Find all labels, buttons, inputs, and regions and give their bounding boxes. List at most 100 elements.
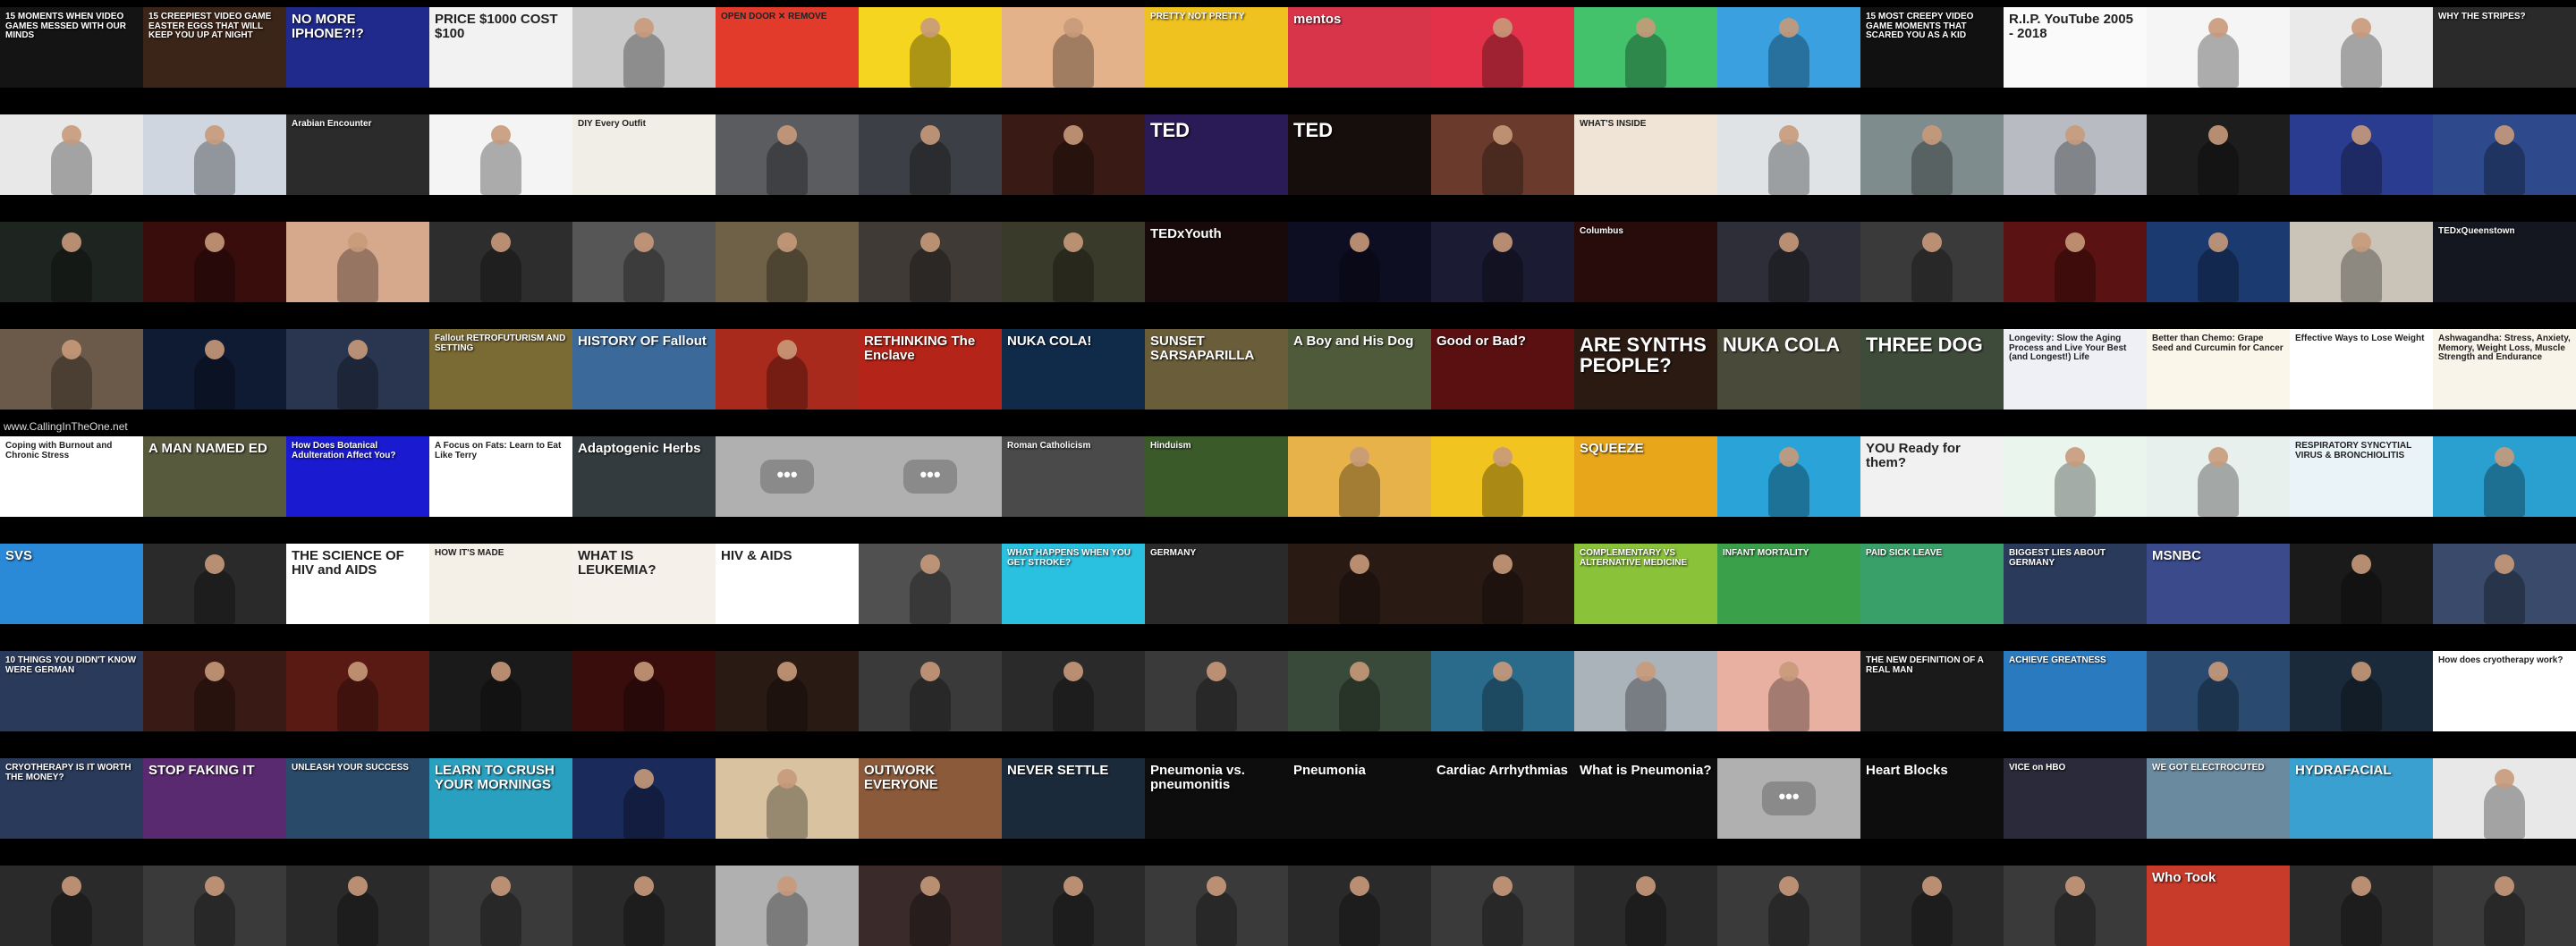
video-thumbnail[interactable] bbox=[1717, 114, 1860, 195]
video-thumbnail[interactable]: SVS bbox=[0, 544, 143, 624]
video-thumbnail[interactable]: SUNSET SARSAPARILLA bbox=[1145, 329, 1288, 410]
video-thumbnail[interactable]: NO MORE IPHONE?!? bbox=[286, 7, 429, 88]
video-thumbnail[interactable] bbox=[1431, 436, 1574, 517]
video-thumbnail[interactable] bbox=[2147, 651, 2290, 731]
video-thumbnail[interactable] bbox=[1288, 222, 1431, 302]
video-thumbnail[interactable] bbox=[429, 222, 572, 302]
video-thumbnail[interactable]: Fallout RETROFUTURISM AND SETTING bbox=[429, 329, 572, 410]
video-thumbnail[interactable]: HOW IT'S MADE bbox=[429, 544, 572, 624]
video-thumbnail[interactable] bbox=[1431, 114, 1574, 195]
video-thumbnail[interactable]: NUKA COLA bbox=[1717, 329, 1860, 410]
video-thumbnail[interactable] bbox=[2290, 866, 2433, 946]
video-thumbnail[interactable]: OUTWORK EVERYONE bbox=[859, 758, 1002, 839]
video-thumbnail[interactable]: HISTORY OF Fallout bbox=[572, 329, 716, 410]
video-thumbnail[interactable]: RETHINKING The Enclave bbox=[859, 329, 1002, 410]
video-thumbnail[interactable] bbox=[1288, 866, 1431, 946]
video-thumbnail[interactable] bbox=[859, 544, 1002, 624]
video-thumbnail[interactable]: Coping with Burnout and Chronic Stress bbox=[0, 436, 143, 517]
video-thumbnail[interactable]: GERMANY bbox=[1145, 544, 1288, 624]
video-thumbnail[interactable]: A MAN NAMED ED bbox=[143, 436, 286, 517]
video-thumbnail[interactable] bbox=[1002, 651, 1145, 731]
video-thumbnail[interactable]: VICE on HBO bbox=[2004, 758, 2147, 839]
video-thumbnail[interactable]: CRYOTHERAPY IS IT WORTH THE MONEY? bbox=[0, 758, 143, 839]
video-thumbnail[interactable] bbox=[1002, 866, 1145, 946]
video-thumbnail[interactable] bbox=[1002, 7, 1145, 88]
video-thumbnail[interactable]: NEVER SETTLE bbox=[1002, 758, 1145, 839]
video-thumbnail[interactable] bbox=[716, 329, 859, 410]
video-thumbnail[interactable]: R.I.P. YouTube 2005 - 2018 bbox=[2004, 7, 2147, 88]
video-thumbnail[interactable]: 15 MOST CREEPY VIDEO GAME MOMENTS THAT S… bbox=[1860, 7, 2004, 88]
video-thumbnail[interactable] bbox=[2433, 114, 2576, 195]
video-thumbnail[interactable]: YOU Ready for them? bbox=[1860, 436, 2004, 517]
video-thumbnail[interactable] bbox=[572, 222, 716, 302]
video-thumbnail[interactable] bbox=[1431, 222, 1574, 302]
video-thumbnail[interactable] bbox=[2147, 222, 2290, 302]
video-thumbnail[interactable] bbox=[0, 866, 143, 946]
video-thumbnail[interactable] bbox=[429, 114, 572, 195]
video-thumbnail[interactable] bbox=[1574, 651, 1717, 731]
video-thumbnail[interactable] bbox=[2290, 651, 2433, 731]
video-thumbnail[interactable]: THE NEW DEFINITION OF A REAL MAN bbox=[1860, 651, 2004, 731]
video-thumbnail[interactable] bbox=[572, 7, 716, 88]
video-thumbnail[interactable] bbox=[0, 329, 143, 410]
video-thumbnail[interactable] bbox=[2004, 866, 2147, 946]
video-thumbnail[interactable] bbox=[143, 222, 286, 302]
video-thumbnail[interactable] bbox=[1431, 866, 1574, 946]
video-thumbnail[interactable] bbox=[859, 222, 1002, 302]
video-thumbnail[interactable] bbox=[572, 758, 716, 839]
video-thumbnail[interactable]: PRICE $1000 COST $100 bbox=[429, 7, 572, 88]
video-thumbnail[interactable] bbox=[0, 222, 143, 302]
video-thumbnail[interactable] bbox=[143, 329, 286, 410]
video-thumbnail[interactable] bbox=[2290, 7, 2433, 88]
video-thumbnail[interactable]: RESPIRATORY SYNCYTIAL VIRUS & BRONCHIOLI… bbox=[2290, 436, 2433, 517]
video-thumbnail[interactable]: Columbus bbox=[1574, 222, 1717, 302]
video-thumbnail[interactable]: ••• bbox=[716, 436, 859, 517]
video-thumbnail[interactable]: Good or Bad? bbox=[1431, 329, 1574, 410]
video-thumbnail[interactable] bbox=[143, 544, 286, 624]
video-thumbnail[interactable] bbox=[572, 651, 716, 731]
video-thumbnail[interactable]: TED bbox=[1145, 114, 1288, 195]
video-thumbnail[interactable] bbox=[1860, 866, 2004, 946]
video-thumbnail[interactable] bbox=[2147, 114, 2290, 195]
video-thumbnail[interactable] bbox=[1002, 222, 1145, 302]
video-thumbnail[interactable] bbox=[859, 866, 1002, 946]
video-thumbnail[interactable]: TEDxYouth bbox=[1145, 222, 1288, 302]
video-thumbnail[interactable] bbox=[1431, 651, 1574, 731]
video-thumbnail[interactable] bbox=[286, 329, 429, 410]
video-thumbnail[interactable] bbox=[572, 866, 716, 946]
video-thumbnail[interactable]: INFANT MORTALITY bbox=[1717, 544, 1860, 624]
video-thumbnail[interactable] bbox=[1431, 7, 1574, 88]
video-thumbnail[interactable] bbox=[1717, 866, 1860, 946]
video-thumbnail[interactable]: Ashwagandha: Stress, Anxiety, Memory, We… bbox=[2433, 329, 2576, 410]
video-thumbnail[interactable] bbox=[716, 222, 859, 302]
video-thumbnail[interactable]: PAID SICK LEAVE bbox=[1860, 544, 2004, 624]
video-thumbnail[interactable] bbox=[2433, 758, 2576, 839]
video-thumbnail[interactable]: WHAT IS LEUKEMIA? bbox=[572, 544, 716, 624]
video-thumbnail[interactable]: Better than Chemo: Grape Seed and Curcum… bbox=[2147, 329, 2290, 410]
video-thumbnail[interactable]: How Does Botanical Adulteration Affect Y… bbox=[286, 436, 429, 517]
video-thumbnail[interactable]: ••• bbox=[859, 436, 1002, 517]
video-thumbnail[interactable] bbox=[1002, 114, 1145, 195]
video-thumbnail[interactable] bbox=[2433, 436, 2576, 517]
video-thumbnail[interactable]: 15 MOMENTS WHEN VIDEO GAMES MESSED WITH … bbox=[0, 7, 143, 88]
video-thumbnail[interactable] bbox=[2147, 436, 2290, 517]
video-thumbnail[interactable] bbox=[1288, 544, 1431, 624]
video-thumbnail[interactable]: Roman Catholicism bbox=[1002, 436, 1145, 517]
video-thumbnail[interactable]: How does cryotherapy work? bbox=[2433, 651, 2576, 731]
video-thumbnail[interactable]: A Focus on Fats: Learn to Eat Like Terry bbox=[429, 436, 572, 517]
video-thumbnail[interactable] bbox=[2290, 222, 2433, 302]
video-thumbnail[interactable] bbox=[716, 114, 859, 195]
video-thumbnail[interactable] bbox=[1145, 866, 1288, 946]
video-thumbnail[interactable]: ARE SYNTHS PEOPLE? bbox=[1574, 329, 1717, 410]
video-thumbnail[interactable]: SQUEEZE bbox=[1574, 436, 1717, 517]
video-thumbnail[interactable] bbox=[859, 7, 1002, 88]
video-thumbnail[interactable]: COMPLEMENTARY VS ALTERNATIVE MEDICINE bbox=[1574, 544, 1717, 624]
video-thumbnail[interactable]: WHY THE STRIPES? bbox=[2433, 7, 2576, 88]
video-thumbnail[interactable]: WHAT'S INSIDE bbox=[1574, 114, 1717, 195]
video-thumbnail[interactable] bbox=[1574, 7, 1717, 88]
video-thumbnail[interactable] bbox=[1431, 544, 1574, 624]
video-thumbnail[interactable]: Pneumonia bbox=[1288, 758, 1431, 839]
video-thumbnail[interactable]: A Boy and His Dog bbox=[1288, 329, 1431, 410]
video-thumbnail[interactable]: THE SCIENCE OF HIV and AIDS bbox=[286, 544, 429, 624]
video-thumbnail[interactable]: MSNBC bbox=[2147, 544, 2290, 624]
